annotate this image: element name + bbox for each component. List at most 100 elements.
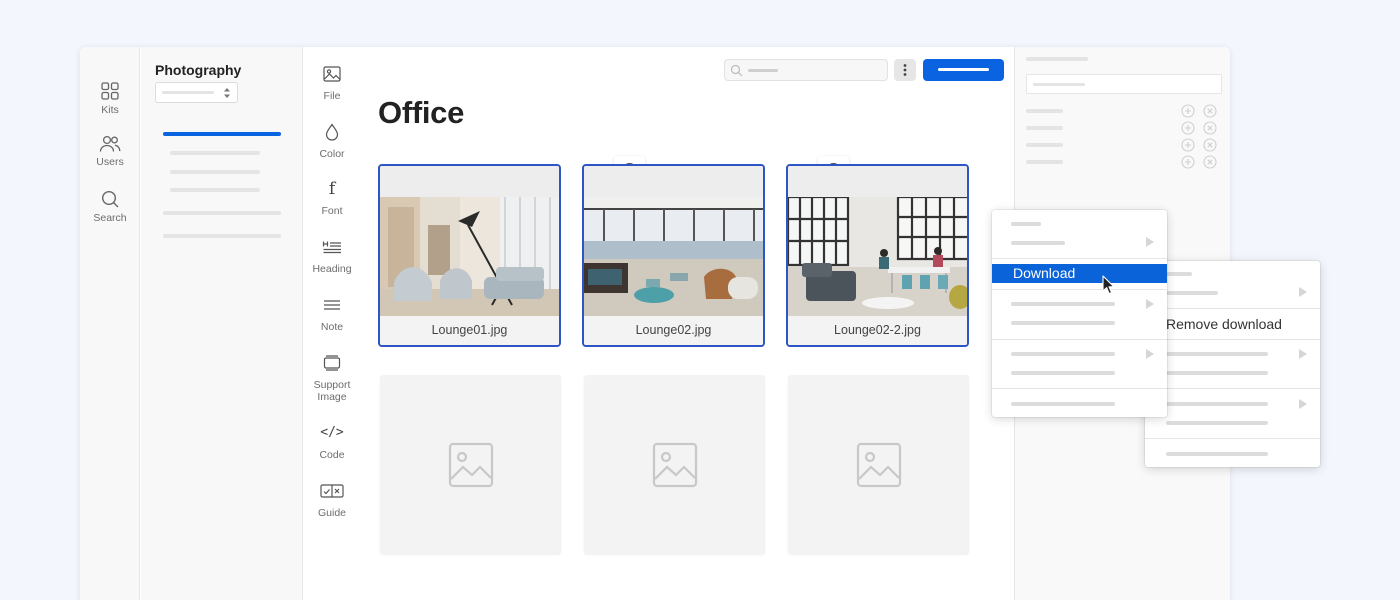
- image-placeholder-icon: [652, 442, 697, 487]
- property-row: [1026, 126, 1063, 130]
- submenu-item[interactable]: [1166, 291, 1218, 295]
- submenu-item[interactable]: [1166, 421, 1268, 425]
- property-row: [1026, 109, 1063, 113]
- menu-item[interactable]: [1011, 402, 1115, 406]
- tool-label: File: [323, 90, 341, 102]
- submenu-item[interactable]: [1166, 352, 1268, 356]
- remove-circle-icon[interactable]: [1203, 138, 1217, 152]
- input-placeholder: [1033, 83, 1085, 86]
- asset-thumbnail: [788, 197, 967, 316]
- rail-item-label: Kits: [101, 104, 119, 116]
- remove-download-item[interactable]: Remove download: [1166, 316, 1282, 332]
- kit-nav-item[interactable]: [170, 151, 260, 155]
- grid-icon: [101, 82, 119, 100]
- asset-filename: Lounge01.jpg: [380, 316, 559, 345]
- asset-thumbnail: [380, 197, 559, 316]
- tool-label: Heading: [312, 263, 352, 275]
- mouse-pointer-icon: [1102, 275, 1115, 295]
- kit-nav-item[interactable]: [163, 234, 281, 238]
- context-menu: Download: [992, 210, 1167, 417]
- image-placeholder-icon: [856, 442, 901, 487]
- menu-separator: [992, 388, 1167, 389]
- menu-separator: [1145, 339, 1320, 340]
- kebab-icon: [903, 64, 907, 76]
- menu-separator: [1145, 438, 1320, 439]
- code-icon: </>: [320, 425, 344, 440]
- kit-nav-item[interactable]: [170, 170, 260, 174]
- tool-label: Color: [319, 148, 345, 160]
- more-options-button[interactable]: [894, 59, 916, 81]
- menu-item[interactable]: [1011, 241, 1065, 245]
- tool-color[interactable]: Color: [304, 121, 360, 160]
- menu-separator: [992, 258, 1167, 259]
- tool-heading[interactable]: Heading: [304, 236, 360, 275]
- tool-note[interactable]: Note: [304, 294, 360, 333]
- rail-item-users[interactable]: Users: [80, 135, 140, 168]
- asset-filename: Lounge02.jpg: [584, 316, 763, 345]
- asset-card[interactable]: Lounge02-2.jpg: [786, 164, 969, 347]
- color-drop-icon: [325, 123, 339, 141]
- kit-select[interactable]: [155, 82, 238, 103]
- tool-label: Code: [319, 449, 345, 461]
- rail-item-kits[interactable]: Kits: [80, 81, 140, 116]
- tool-code[interactable]: </> Code: [304, 422, 360, 461]
- menu-item[interactable]: [1011, 371, 1115, 375]
- asset-thumbnail: [584, 197, 763, 316]
- note-icon: [324, 300, 340, 310]
- add-circle-icon[interactable]: [1181, 104, 1195, 118]
- search-placeholder: [748, 69, 778, 72]
- inspector-heading-placeholder: [1026, 57, 1088, 61]
- search-icon: [730, 64, 743, 77]
- search-input[interactable]: [724, 59, 888, 81]
- menu-separator: [992, 339, 1167, 340]
- button-label-placeholder: [938, 68, 989, 71]
- tool-label: Support Image: [313, 379, 351, 403]
- tool-support-image[interactable]: Support Image: [304, 352, 360, 403]
- menu-separator: [1145, 388, 1320, 389]
- image-placeholder-icon: [448, 442, 493, 487]
- tool-label: Note: [320, 321, 344, 333]
- asset-card[interactable]: Lounge02.jpg: [582, 164, 765, 347]
- menu-item[interactable]: [1011, 302, 1115, 306]
- menu-item[interactable]: [1011, 352, 1115, 356]
- menu-item-label: Download: [1013, 265, 1076, 281]
- submenu-item[interactable]: [1166, 371, 1268, 375]
- download-menu-item[interactable]: Download: [992, 264, 1167, 283]
- inspector-input[interactable]: [1026, 74, 1222, 94]
- menu-separator: [992, 289, 1167, 290]
- kit-nav-item[interactable]: [170, 188, 260, 192]
- submenu-arrow-icon: [1146, 299, 1154, 309]
- submenu-item[interactable]: [1166, 272, 1192, 276]
- kit-panel: Photography: [141, 47, 303, 600]
- menu-item[interactable]: [1011, 222, 1041, 226]
- tool-guide[interactable]: Guide: [304, 480, 360, 519]
- users-icon: [99, 135, 121, 152]
- add-circle-icon[interactable]: [1181, 138, 1195, 152]
- submenu-item[interactable]: [1166, 402, 1268, 406]
- select-arrows-icon: [224, 88, 230, 98]
- submenu-item[interactable]: [1166, 452, 1268, 456]
- menu-item[interactable]: [1011, 321, 1115, 325]
- add-circle-icon[interactable]: [1181, 121, 1195, 135]
- tool-file[interactable]: File: [304, 63, 360, 102]
- rail-item-search[interactable]: Search: [80, 189, 140, 224]
- remove-circle-icon[interactable]: [1203, 104, 1217, 118]
- image-file-icon: [323, 66, 341, 82]
- asset-card[interactable]: Lounge01.jpg: [378, 164, 561, 347]
- primary-action-button[interactable]: [923, 59, 1004, 81]
- tool-font[interactable]: f Font: [304, 178, 360, 218]
- guide-icon: [320, 484, 344, 498]
- card-header: [380, 166, 559, 197]
- kit-nav-item[interactable]: [163, 211, 281, 215]
- kit-nav-active-indicator[interactable]: [163, 132, 281, 136]
- empty-asset-card[interactable]: [788, 375, 969, 554]
- main-canvas: Office Lounge01.jpg Lounge02.jpg Lounge0…: [364, 47, 1053, 600]
- empty-asset-card[interactable]: [584, 375, 765, 554]
- block-tools: File Color f Font Heading Note Support I…: [304, 47, 364, 600]
- menu-separator: [1145, 308, 1320, 309]
- select-value-placeholder: [162, 91, 214, 94]
- add-circle-icon[interactable]: [1181, 155, 1195, 169]
- remove-circle-icon[interactable]: [1203, 155, 1217, 169]
- remove-circle-icon[interactable]: [1203, 121, 1217, 135]
- empty-asset-card[interactable]: [380, 375, 561, 554]
